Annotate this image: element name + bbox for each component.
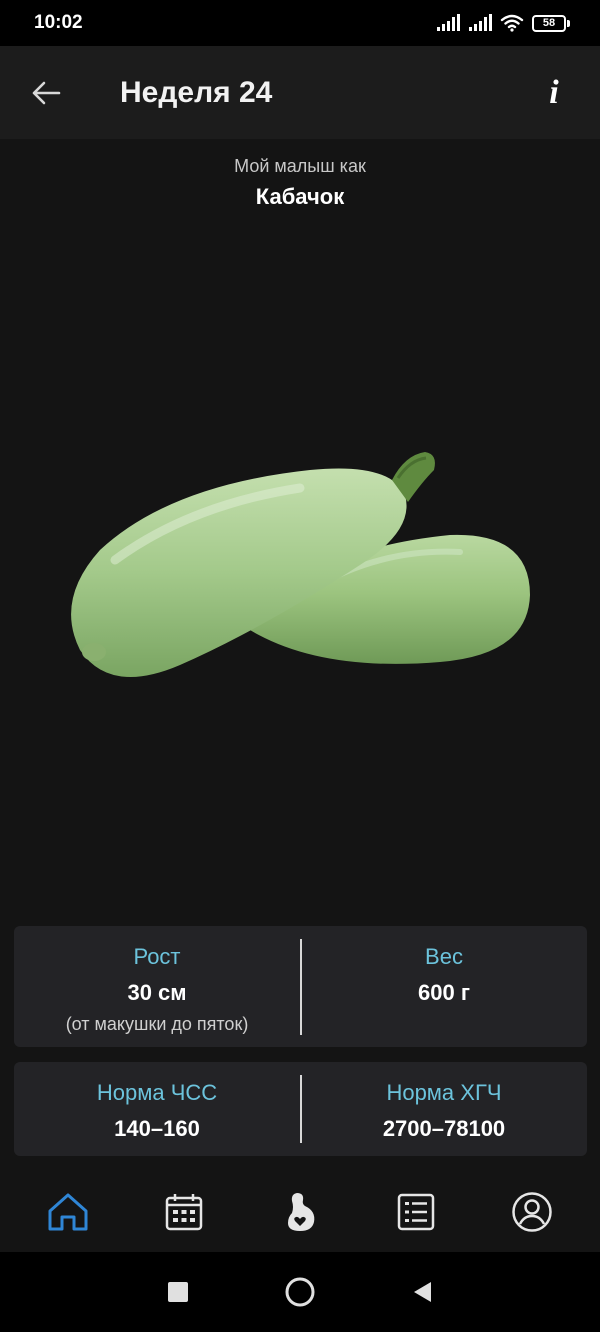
app-bar: Неделя 24 i bbox=[0, 46, 600, 139]
hcg-value: 2700–78100 bbox=[382, 1116, 506, 1141]
circle-icon bbox=[285, 1277, 315, 1307]
hcg-label: Норма ХГЧ bbox=[386, 1080, 502, 1105]
status-bar: 10:02 58 bbox=[0, 0, 600, 46]
home-icon bbox=[48, 1193, 88, 1231]
weight-stat: Вес 600 г bbox=[301, 944, 587, 1006]
weight-value: 600 г bbox=[418, 980, 470, 1005]
info-button[interactable]: i bbox=[536, 71, 572, 115]
height-note: (от макушки до пяток) bbox=[65, 1014, 249, 1034]
back-system-button[interactable] bbox=[402, 1272, 442, 1312]
height-stat: Рост 30 см (от макушки до пяток) bbox=[14, 944, 300, 1035]
heart-rate-stat: Норма ЧСС 140–160 bbox=[14, 1080, 300, 1142]
square-icon bbox=[168, 1282, 188, 1302]
arrow-left-icon bbox=[32, 81, 61, 105]
wifi-icon bbox=[500, 14, 524, 32]
battery-icon: 58 bbox=[532, 14, 570, 32]
bottom-nav bbox=[0, 1172, 600, 1252]
heart-rate-label: Норма ЧСС bbox=[96, 1080, 218, 1105]
heart-rate-value: 140–160 bbox=[114, 1116, 200, 1141]
status-icons: 58 bbox=[436, 14, 570, 32]
home-system-button[interactable] bbox=[280, 1272, 320, 1312]
nav-home[interactable] bbox=[38, 1182, 98, 1242]
nav-pregnancy[interactable] bbox=[270, 1182, 330, 1242]
status-time: 10:02 bbox=[34, 12, 83, 33]
page-title: Неделя 24 bbox=[120, 76, 273, 109]
height-label: Рост bbox=[133, 944, 181, 969]
growth-card: Рост 30 см (от макушки до пяток) Вес 600… bbox=[14, 926, 587, 1047]
profile-icon bbox=[512, 1192, 552, 1232]
back-button[interactable] bbox=[24, 73, 68, 113]
zucchini-image bbox=[71, 452, 530, 677]
triangle-back-icon bbox=[414, 1282, 431, 1302]
height-value: 30 см bbox=[127, 980, 187, 1005]
nav-list[interactable] bbox=[386, 1182, 446, 1242]
screen: 10:02 58 Неделя 24 i Мой малыш как Кабач… bbox=[0, 0, 600, 1332]
list-icon bbox=[397, 1193, 435, 1231]
system-nav-bar bbox=[0, 1252, 600, 1332]
fruit-caption: Мой малыш как bbox=[234, 156, 366, 176]
pregnancy-icon bbox=[288, 1193, 315, 1231]
nav-calendar[interactable] bbox=[154, 1182, 214, 1242]
norms-card: Норма ЧСС 140–160 Норма ХГЧ 2700–78100 bbox=[14, 1062, 587, 1156]
recents-button[interactable] bbox=[158, 1272, 198, 1312]
fruit-name: Кабачок bbox=[255, 184, 345, 209]
signal-icon-2 bbox=[469, 14, 492, 31]
calendar-icon bbox=[165, 1194, 203, 1231]
hcg-stat: Норма ХГЧ 2700–78100 bbox=[301, 1080, 587, 1142]
nav-profile[interactable] bbox=[502, 1182, 562, 1242]
signal-icon bbox=[437, 14, 460, 31]
weight-label: Вес bbox=[425, 944, 463, 969]
battery-level: 58 bbox=[542, 16, 556, 29]
